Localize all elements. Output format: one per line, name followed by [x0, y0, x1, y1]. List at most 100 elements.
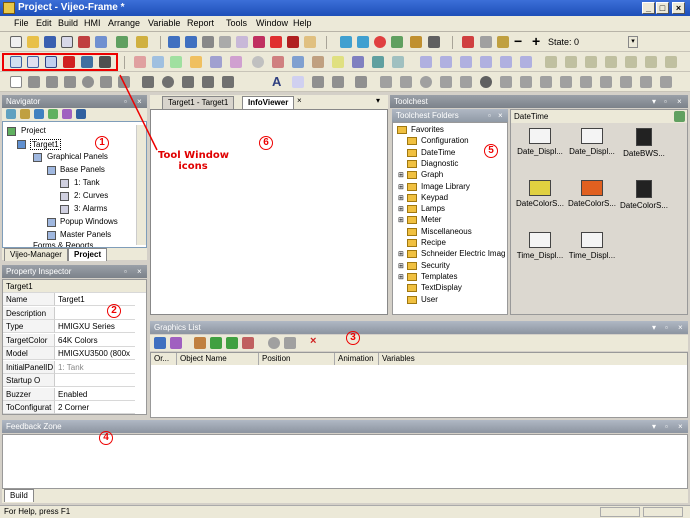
- status-bar: For Help, press F1: [0, 505, 690, 518]
- gl-select-icon[interactable]: [154, 337, 166, 349]
- toolchest-gallery: DateTime Date_Displ... Date_Displ... DateB…: [510, 109, 688, 315]
- gl-back-icon[interactable]: [242, 337, 254, 349]
- toolchest-folder-item[interactable]: Schneider Electric Imag: [421, 249, 505, 258]
- col-object-name[interactable]: Object Name: [177, 353, 259, 365]
- gallery-item[interactable]: Date_Displ...: [515, 128, 565, 156]
- feedback-output: 4: [2, 431, 688, 489]
- col-variables[interactable]: Variables: [379, 353, 687, 365]
- graphics-list-title-bar: Graphics List ▾ ▫ ×: [150, 321, 688, 334]
- toolchest-folder-item[interactable]: DateTime: [421, 148, 455, 157]
- feedback-zone-title: Feedback Zone: [6, 422, 62, 431]
- toolchest-folder-item[interactable]: Image Library: [421, 182, 470, 191]
- expand-icon[interactable]: ⊞: [398, 194, 404, 202]
- dropdown-icon[interactable]: ▾: [652, 321, 656, 334]
- gallery-item[interactable]: Time_Displ...: [515, 232, 565, 260]
- toolchest-folder-item[interactable]: Diagnostic: [421, 159, 458, 168]
- gl-delete-icon[interactable]: ×: [310, 335, 316, 347]
- status-panel-1: [600, 507, 640, 517]
- gallery-item-label: DateBWS...: [623, 149, 665, 158]
- col-animation[interactable]: Animation: [335, 353, 379, 365]
- dropdown-icon[interactable]: ▾: [652, 420, 656, 433]
- gallery-thumbnail-icon: [636, 180, 652, 198]
- toolchest-folder-item[interactable]: Recipe: [421, 238, 446, 247]
- toolchest-folder-item[interactable]: Security: [421, 261, 450, 270]
- gallery-item[interactable]: DateColorS...: [567, 180, 617, 208]
- gallery-item-label: Time_Displ...: [568, 251, 616, 260]
- expand-icon[interactable]: ⊞: [398, 273, 404, 281]
- col-order[interactable]: Or...: [151, 353, 177, 365]
- pin-icon[interactable]: ▫: [664, 95, 667, 108]
- graphics-list-toolbar: × 3: [150, 331, 688, 351]
- graphics-list-header: Or... Object Name Position Animation Var…: [151, 353, 687, 365]
- folder-icon: [407, 216, 417, 225]
- gallery-item-label: DateColorS...: [515, 199, 565, 208]
- gallery-item[interactable]: Time_Displ...: [567, 232, 617, 260]
- gallery-item[interactable]: DateColorS...: [619, 180, 669, 210]
- gallery-thumbnail-icon: [581, 128, 603, 144]
- expand-icon[interactable]: ⊞: [398, 183, 404, 191]
- toolchest-folder-item[interactable]: Lamps: [421, 204, 445, 213]
- toolchest-folder-item[interactable]: Graph: [421, 170, 443, 179]
- expand-icon[interactable]: ⊞: [398, 216, 404, 224]
- feedback-tabs: Build: [2, 489, 688, 503]
- close-icon[interactable]: ×: [498, 109, 503, 122]
- expand-icon[interactable]: ⊞: [398, 250, 404, 258]
- toolchest-folder-tree: Favorites Configuration DateTime Diagnostic…: [392, 122, 508, 315]
- gallery-thumbnail-icon: [581, 180, 603, 196]
- graphics-list-table: Or... Object Name Position Animation Var…: [150, 352, 688, 418]
- close-icon[interactable]: ×: [678, 321, 683, 334]
- pin-icon[interactable]: ▫: [488, 109, 491, 122]
- toolchest-folder-item[interactable]: Templates: [421, 272, 457, 281]
- dropdown-icon[interactable]: ▾: [652, 95, 656, 108]
- gl-front-icon[interactable]: [194, 337, 206, 349]
- close-icon[interactable]: ×: [677, 95, 682, 108]
- gl-visibility-icon[interactable]: [284, 337, 296, 349]
- close-icon[interactable]: ×: [678, 420, 683, 433]
- gallery-item[interactable]: DateBWS...: [619, 128, 669, 158]
- toolchest-folder-item[interactable]: Miscellaneous: [421, 227, 472, 236]
- toolchest-folders-title: Toolchest Folders: [396, 111, 459, 120]
- gallery-thumbnail-icon: [636, 128, 652, 146]
- folder-icon: [407, 272, 417, 281]
- gl-up-arrow-icon[interactable]: [226, 337, 238, 349]
- toolchest-folder-item[interactable]: Meter: [421, 215, 441, 224]
- folder-icon: [407, 239, 417, 247]
- gallery-thumbnail-icon: [529, 180, 551, 196]
- gallery-options-icon[interactable]: [674, 111, 685, 122]
- gallery-item-label: Date_Displ...: [569, 147, 615, 156]
- toolchest-folders-title-bar: Toolchest Folders ▫ ×: [392, 109, 508, 122]
- expand-icon[interactable]: ⊞: [398, 171, 404, 179]
- gallery-title: DateTime: [511, 110, 687, 123]
- pin-icon[interactable]: ▫: [665, 420, 668, 433]
- folder-icon: [407, 205, 417, 214]
- pin-icon[interactable]: ▫: [665, 321, 668, 334]
- folder-icon: [407, 295, 417, 304]
- folder-icon: [407, 284, 417, 293]
- gallery-thumbnail-icon: [529, 232, 551, 248]
- status-text: For Help, press F1: [4, 507, 71, 516]
- toolchest-folder-item[interactable]: TextDisplay: [421, 283, 462, 292]
- gallery-item-label: Date_Displ...: [517, 147, 563, 156]
- gl-group-icon[interactable]: [170, 337, 182, 349]
- folder-icon: [397, 126, 407, 134]
- annotation-5: 5: [484, 144, 498, 158]
- folder-icon: [407, 261, 417, 270]
- callout-label: Tool Window icons: [158, 150, 229, 172]
- gl-down-arrow-icon[interactable]: [210, 337, 222, 349]
- folder-icon: [407, 193, 417, 202]
- toolchest-folder-item[interactable]: Configuration: [421, 136, 469, 145]
- gallery-item[interactable]: DateColorS...: [515, 180, 565, 208]
- col-position[interactable]: Position: [259, 353, 335, 365]
- gallery-item[interactable]: Date_Displ...: [567, 128, 617, 156]
- gl-lock-icon[interactable]: [268, 337, 280, 349]
- toolchest-folder-item[interactable]: User: [421, 295, 438, 304]
- annotation-4: 4: [99, 431, 113, 445]
- toolchest-title: Toolchest: [394, 97, 428, 106]
- expand-icon[interactable]: ⊞: [398, 262, 404, 270]
- gallery-thumbnail-icon: [581, 232, 603, 248]
- expand-icon[interactable]: ⊞: [398, 205, 404, 213]
- toolchest-folder-item[interactable]: Keypad: [421, 193, 448, 202]
- tab-build[interactable]: Build: [4, 489, 34, 502]
- gallery-item-label: Time_Displ...: [516, 251, 564, 260]
- toolchest-folder-item[interactable]: Favorites: [411, 125, 444, 134]
